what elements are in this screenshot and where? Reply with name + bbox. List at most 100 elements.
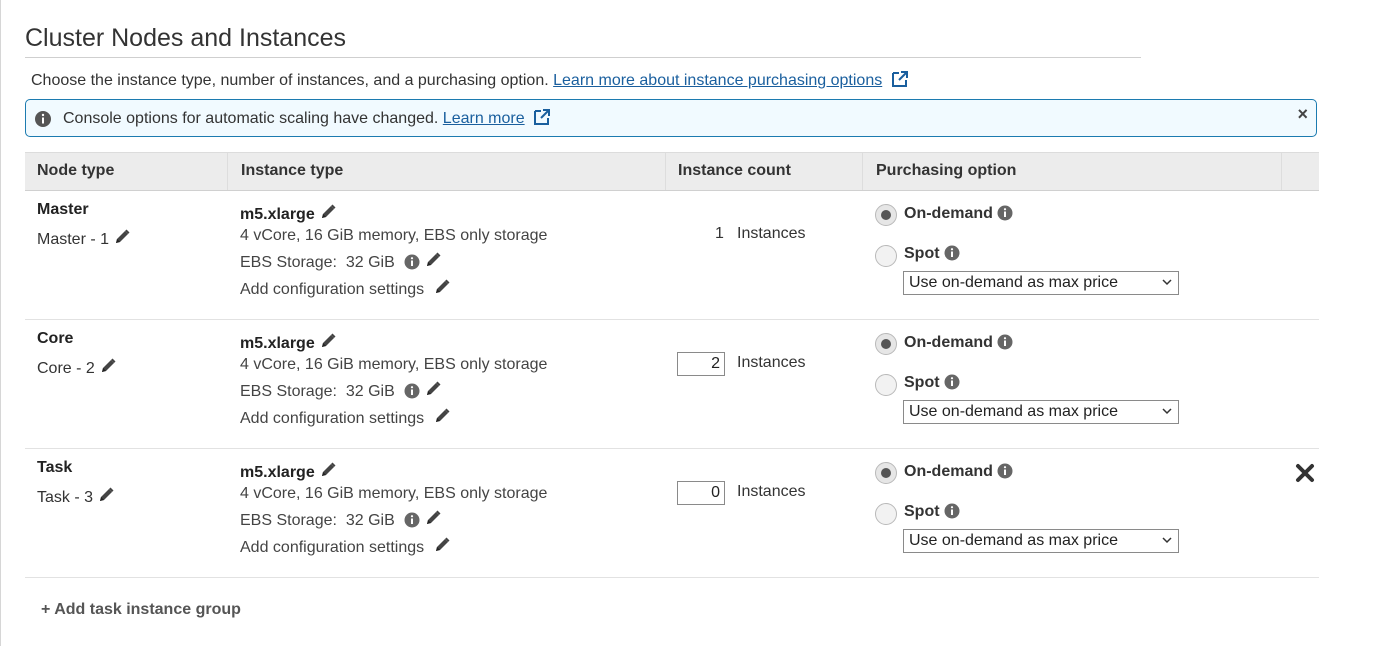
instance-spec: 4 vCore, 16 GiB memory, EBS only storage (240, 485, 548, 502)
pencil-icon[interactable] (433, 407, 451, 425)
spot-price-value: Use on-demand as max price (909, 532, 1118, 549)
spot-radio[interactable] (875, 245, 897, 267)
on-demand-radio[interactable] (875, 333, 897, 355)
section-description: Choose the instance type, number of inst… (31, 70, 909, 90)
pencil-icon[interactable] (433, 278, 451, 296)
pencil-icon[interactable] (424, 251, 442, 269)
spot-radio[interactable] (875, 374, 897, 396)
pencil-icon[interactable] (97, 486, 115, 504)
instance-count-input[interactable] (677, 481, 725, 505)
column-header-node-type: Node type (37, 162, 115, 179)
table-row: Task Task - 3 m5.xlarge 4 vCore, 16 GiB … (25, 449, 1319, 578)
info-icon[interactable] (944, 374, 960, 390)
info-icon[interactable] (404, 254, 420, 270)
ebs-storage-text: EBS Storage: 32 GiB (240, 512, 395, 529)
info-icon[interactable] (404, 383, 420, 399)
spot-price-select[interactable]: Use on-demand as max price (903, 400, 1179, 424)
node-name-text: Master - 1 (37, 231, 110, 248)
spot-price-select[interactable]: Use on-demand as max price (903, 271, 1179, 295)
pencil-icon[interactable] (424, 380, 442, 398)
spot-text: Spot (904, 374, 940, 391)
on-demand-text: On-demand (904, 205, 993, 222)
info-icon[interactable] (944, 503, 960, 519)
info-icon[interactable] (404, 512, 420, 528)
purchasing-options-link[interactable]: Learn more about instance purchasing opt… (553, 72, 882, 89)
column-header-purchasing-option: Purchasing option (876, 162, 1017, 179)
banner-message: Console options for automatic scaling ha… (63, 108, 551, 128)
instance-type-text: m5.xlarge (240, 335, 315, 352)
pencil-icon[interactable] (433, 536, 451, 554)
add-configuration-settings[interactable]: Add configuration settings (240, 278, 451, 299)
instance-spec: 4 vCore, 16 GiB memory, EBS only storage (240, 227, 548, 244)
node-type-label: Task (37, 459, 73, 476)
info-icon[interactable] (944, 245, 960, 261)
info-icon[interactable] (997, 334, 1013, 350)
spot-text: Spot (904, 245, 940, 262)
pencil-icon[interactable] (319, 203, 337, 221)
column-divider (665, 153, 666, 190)
title-divider (25, 57, 1141, 58)
on-demand-radio[interactable] (875, 462, 897, 484)
add-configuration-settings[interactable]: Add configuration settings (240, 536, 451, 557)
table-row: Master Master - 1 m5.xlarge 4 vCore, 16 … (25, 191, 1319, 320)
external-link-icon[interactable] (533, 108, 551, 126)
description-text: Choose the instance type, number of inst… (31, 72, 549, 89)
spot-price-value: Use on-demand as max price (909, 274, 1118, 291)
instance-type: m5.xlarge (240, 203, 337, 224)
instance-count-unit: Instances (737, 225, 806, 242)
column-divider (1281, 153, 1282, 190)
on-demand-label: On-demand (904, 463, 1013, 481)
banner-learn-more-link[interactable]: Learn more (443, 110, 525, 127)
node-name: Task - 3 (37, 486, 115, 507)
on-demand-text: On-demand (904, 334, 993, 351)
pencil-icon[interactable] (424, 509, 442, 527)
instance-type-text: m5.xlarge (240, 464, 315, 481)
on-demand-radio[interactable] (875, 204, 897, 226)
info-icon[interactable] (997, 205, 1013, 221)
spot-radio[interactable] (875, 503, 897, 525)
pencil-icon[interactable] (319, 461, 337, 479)
on-demand-label: On-demand (904, 334, 1013, 352)
chevron-down-icon (1162, 279, 1172, 286)
ebs-storage: EBS Storage: 32 GiB (240, 251, 442, 272)
column-header-instance-count: Instance count (678, 162, 791, 179)
close-icon[interactable]: × (1297, 104, 1308, 125)
chevron-down-icon (1162, 408, 1172, 415)
external-link-icon[interactable] (891, 70, 909, 88)
node-name-text: Task - 3 (37, 489, 94, 506)
ebs-storage: EBS Storage: 32 GiB (240, 509, 442, 530)
pencil-icon[interactable] (319, 332, 337, 350)
instance-count-input[interactable] (677, 352, 725, 376)
instance-spec: 4 vCore, 16 GiB memory, EBS only storage (240, 356, 548, 373)
node-name: Master - 1 (37, 228, 131, 249)
node-name-text: Core - 2 (37, 360, 95, 377)
ebs-storage: EBS Storage: 32 GiB (240, 380, 442, 401)
section-title: Cluster Nodes and Instances (25, 24, 347, 52)
add-configuration-settings[interactable]: Add configuration settings (240, 407, 451, 428)
on-demand-label: On-demand (904, 205, 1013, 223)
instance-count-value: 1 (715, 225, 724, 242)
instance-count-unit: Instances (737, 354, 806, 371)
info-banner: Console options for automatic scaling ha… (25, 99, 1317, 137)
column-divider (227, 153, 228, 190)
node-type-label: Core (37, 330, 74, 347)
ebs-storage-text: EBS Storage: 32 GiB (240, 254, 395, 271)
pencil-icon[interactable] (99, 357, 117, 375)
instance-type: m5.xlarge (240, 461, 337, 482)
spot-text: Spot (904, 503, 940, 520)
node-type-label: Master (37, 201, 89, 218)
table-row: Core Core - 2 m5.xlarge 4 vCore, 16 GiB … (25, 320, 1319, 449)
instance-type-text: m5.xlarge (240, 206, 315, 223)
column-header-instance-type: Instance type (241, 162, 344, 179)
remove-group-icon[interactable] (1295, 463, 1315, 483)
add-task-group-button[interactable]: + Add task instance group (41, 601, 241, 619)
on-demand-text: On-demand (904, 463, 993, 480)
banner-text: Console options for automatic scaling ha… (63, 110, 439, 127)
pencil-icon[interactable] (113, 228, 131, 246)
column-divider (862, 153, 863, 190)
node-name: Core - 2 (37, 357, 117, 378)
table-header: Node type Instance type Instance count P… (25, 152, 1319, 191)
info-icon[interactable] (997, 463, 1013, 479)
spot-price-select[interactable]: Use on-demand as max price (903, 529, 1179, 553)
add-config-text: Add configuration settings (240, 281, 425, 298)
